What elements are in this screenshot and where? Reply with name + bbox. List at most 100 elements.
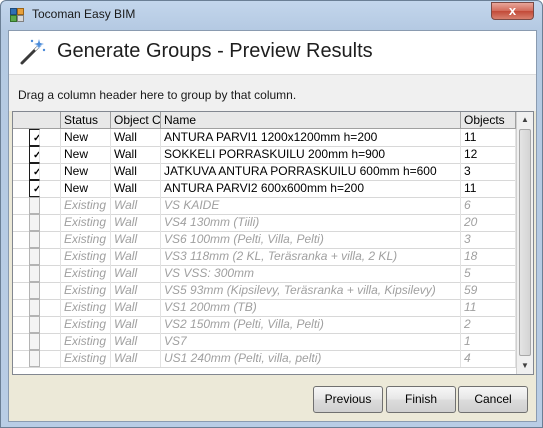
- column-header-objects[interactable]: Objects: [461, 112, 516, 128]
- previous-button[interactable]: Previous: [313, 386, 383, 413]
- table-row[interactable]: ✓ NewWallANTURA PARVI2 600x600mm h=20011: [13, 180, 516, 198]
- row-checkbox: [29, 316, 40, 333]
- status-cell: New: [61, 146, 111, 163]
- cancel-button[interactable]: Cancel: [458, 386, 528, 413]
- table-row[interactable]: ✓ NewWallANTURA PARVI1 1200x1200mm h=2001…: [13, 129, 516, 147]
- row-checkbox: [29, 333, 40, 350]
- vertical-scrollbar[interactable]: ▲ ▼: [516, 112, 533, 374]
- name-cell: VS7: [161, 333, 461, 350]
- table-row[interactable]: Existing Wall VS2 150mm (Pelti, Villa, Pel…: [13, 316, 516, 334]
- object-class-cell: Wall: [111, 316, 161, 333]
- select-cell: ✓: [13, 180, 61, 197]
- scrollbar-thumb[interactable]: [519, 129, 531, 356]
- objects-cell: 59: [461, 282, 516, 299]
- objects-cell: 11: [461, 299, 516, 316]
- object-class-cell: Wall: [111, 163, 161, 180]
- status-cell: Existing: [61, 333, 111, 350]
- name-cell: VS KAIDE: [161, 197, 461, 214]
- objects-cell: 3: [461, 231, 516, 248]
- object-class-cell: Wall: [111, 197, 161, 214]
- status-cell: Existing: [61, 316, 111, 333]
- table-row[interactable]: Existing Wall VS VSS: 300mm 5: [13, 265, 516, 283]
- name-cell: ANTURA PARVI1 1200x1200mm h=200: [161, 129, 461, 146]
- objects-cell: 6: [461, 197, 516, 214]
- row-checkbox: [29, 248, 40, 265]
- preview-results-grid: Status Object C Name Objects ✓NewWallANT…: [12, 111, 534, 375]
- column-header-name[interactable]: Name: [161, 112, 461, 128]
- table-row[interactable]: ✓ NewWallJATKUVA ANTURA PORRASKUILU 600mm…: [13, 163, 516, 181]
- status-cell: New: [61, 180, 111, 197]
- objects-cell: 12: [461, 146, 516, 163]
- select-cell: [13, 231, 61, 248]
- object-class-cell: Wall: [111, 248, 161, 265]
- select-cell: [13, 282, 61, 299]
- status-cell: Existing: [61, 299, 111, 316]
- name-cell: VS2 150mm (Pelti, Villa, Pelti): [161, 316, 461, 333]
- objects-cell: 4: [461, 350, 516, 367]
- select-cell: ✓: [13, 129, 61, 146]
- select-cell: [13, 299, 61, 316]
- row-checkbox: [29, 282, 40, 299]
- table-row[interactable]: Existing Wall VS5 93mm (Kipsilevy, Teräsra…: [13, 282, 516, 300]
- object-class-cell: Wall: [111, 299, 161, 316]
- title-bar[interactable]: Tocoman Easy BIM x: [1, 1, 542, 29]
- scroll-down-arrow-icon[interactable]: ▼: [517, 358, 533, 374]
- select-cell: [13, 333, 61, 350]
- scroll-up-arrow-icon[interactable]: ▲: [517, 112, 533, 128]
- table-row[interactable]: Existing Wall VS3 118mm (2 KL, Teräsranka …: [13, 248, 516, 266]
- group-by-hint: Drag a column header here to group by th…: [18, 88, 297, 102]
- column-header-status[interactable]: Status: [61, 112, 111, 128]
- row-checkbox: [29, 197, 40, 214]
- status-cell: Existing: [61, 350, 111, 367]
- close-button[interactable]: x: [491, 2, 534, 20]
- object-class-cell: Wall: [111, 350, 161, 367]
- object-class-cell: Wall: [111, 265, 161, 282]
- row-checkbox: [29, 299, 40, 316]
- table-row[interactable]: Existing Wall VS4 130mm (Tiili) 20: [13, 214, 516, 232]
- select-cell: [13, 316, 61, 333]
- table-row[interactable]: Existing Wall VS6 100mm (Pelti, Villa, Pel…: [13, 231, 516, 249]
- row-checkbox: [29, 231, 40, 248]
- row-checkbox[interactable]: ✓: [29, 163, 40, 180]
- table-row[interactable]: Existing Wall VS7 1: [13, 333, 516, 351]
- table-row[interactable]: Existing Wall VS KAIDE 6: [13, 197, 516, 215]
- page-title: Generate Groups - Preview Results: [57, 40, 373, 62]
- row-checkbox[interactable]: ✓: [29, 146, 40, 163]
- grid-header: Status Object C Name Objects: [13, 112, 516, 129]
- table-row[interactable]: ✓ NewWallSOKKELI PORRASKUILU 200mm h=9001…: [13, 146, 516, 164]
- object-class-cell: Wall: [111, 214, 161, 231]
- name-cell: VS4 130mm (Tiili): [161, 214, 461, 231]
- row-checkbox[interactable]: ✓: [29, 180, 40, 197]
- dialog-window: Tocoman Easy BIM x Generate Groups - Pre…: [0, 0, 543, 428]
- objects-cell: 1: [461, 333, 516, 350]
- column-header-object-class[interactable]: Object C: [111, 112, 161, 128]
- select-cell: ✓: [13, 163, 61, 180]
- status-cell: Existing: [61, 265, 111, 282]
- status-cell: New: [61, 129, 111, 146]
- select-cell: [13, 214, 61, 231]
- select-cell: [13, 350, 61, 367]
- row-checkbox[interactable]: ✓: [29, 129, 40, 146]
- column-header-select[interactable]: [13, 112, 61, 128]
- row-checkbox: [29, 265, 40, 282]
- object-class-cell: Wall: [111, 146, 161, 163]
- objects-cell: 11: [461, 180, 516, 197]
- objects-cell: 3: [461, 163, 516, 180]
- objects-cell: 5: [461, 265, 516, 282]
- name-cell: VS6 100mm (Pelti, Villa, Pelti): [161, 231, 461, 248]
- wizard-header: Generate Groups - Preview Results: [9, 31, 536, 74]
- group-by-drop-area[interactable]: Drag a column header here to group by th…: [9, 74, 536, 111]
- object-class-cell: Wall: [111, 129, 161, 146]
- object-class-cell: Wall: [111, 333, 161, 350]
- window-title: Tocoman Easy BIM: [32, 7, 136, 21]
- select-cell: [13, 197, 61, 214]
- table-row[interactable]: Existing Wall US1 240mm (Pelti, villa, pel…: [13, 350, 516, 368]
- table-row[interactable]: Existing Wall VS1 200mm (TB) 11: [13, 299, 516, 317]
- name-cell: VS1 200mm (TB): [161, 299, 461, 316]
- name-cell: JATKUVA ANTURA PORRASKUILU 600mm h=600: [161, 163, 461, 180]
- objects-cell: 2: [461, 316, 516, 333]
- name-cell: VS3 118mm (2 KL, Teräsranka + villa, 2 K…: [161, 248, 461, 265]
- status-cell: Existing: [61, 282, 111, 299]
- finish-button[interactable]: Finish: [386, 386, 456, 413]
- objects-cell: 18: [461, 248, 516, 265]
